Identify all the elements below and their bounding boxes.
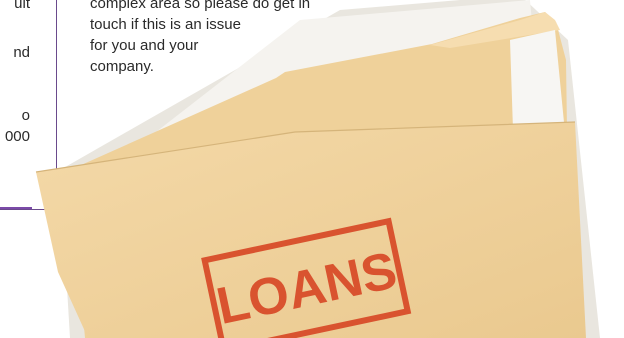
article-line-3: for you and your <box>90 37 199 54</box>
article-line-1: complex area so please do get in <box>90 0 311 12</box>
article-text: complex area so please do get in touch i… <box>90 0 430 77</box>
article-line-2: touch if this is an issue <box>90 16 241 33</box>
article-line-4: company. <box>90 58 154 75</box>
